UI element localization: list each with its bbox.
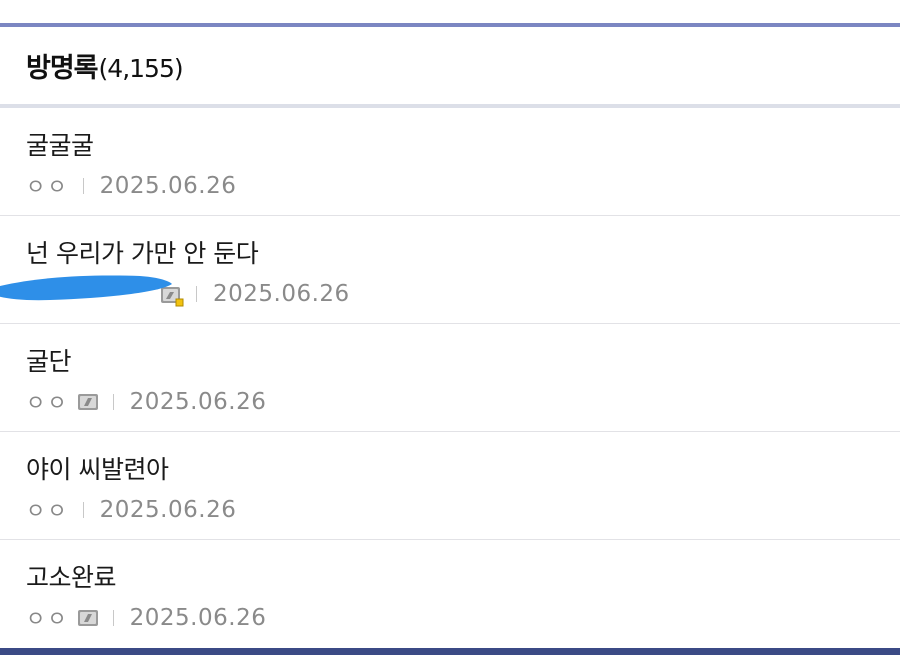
- entry-date: 2025.06.26: [129, 389, 267, 415]
- entry-date: 2025.06.26: [99, 497, 237, 523]
- entry-title[interactable]: 고소완료: [26, 558, 117, 594]
- meta-separator: [82, 502, 84, 518]
- guestbook-header: 방명록 (4,155): [0, 27, 900, 104]
- guestbook-title-wrap: 방명록 (4,155): [26, 46, 184, 85]
- list-item[interactable]: 야이 씨발련아 ㅇㅇ 2025.06.26: [0, 432, 900, 540]
- bottom-border: [0, 648, 900, 655]
- entry-date: 2025.06.26: [213, 281, 350, 307]
- entry-author[interactable]: ㅇㅇ: [26, 495, 69, 525]
- guestbook-page: 방명록 (4,155) 굴굴굴 ㅇㅇ 2025.06.26 넌 우리가 가만 안…: [0, 0, 900, 655]
- entry-author[interactable]: ㅇㅇ: [26, 171, 69, 201]
- guestbook-list: 굴굴굴 ㅇㅇ 2025.06.26 넌 우리가 가만 안 둔다 2025.06.…: [0, 108, 900, 648]
- redaction-scribble: [0, 275, 172, 301]
- entry-title[interactable]: 야이 씨발련아: [26, 450, 169, 486]
- list-item[interactable]: 굴단 ㅇㅇ 2025.06.26: [0, 324, 900, 432]
- guestbook-count: (4,155): [98, 54, 184, 83]
- entry-date: 2025.06.26: [99, 173, 237, 199]
- entry-title[interactable]: 굴굴굴: [26, 126, 94, 162]
- list-item[interactable]: 굴굴굴 ㅇㅇ 2025.06.26: [0, 108, 900, 216]
- entry-title[interactable]: 넌 우리가 가만 안 둔다: [26, 234, 259, 270]
- list-item[interactable]: 고소완료 ㅇㅇ 2025.06.26: [0, 540, 900, 648]
- entry-meta: ㅇㅇ 2025.06.26: [26, 386, 266, 418]
- entry-title[interactable]: 굴단: [26, 342, 72, 378]
- meta-separator: [112, 394, 114, 410]
- meta-separator: [82, 178, 84, 194]
- entry-meta: 2025.06.26: [160, 278, 350, 310]
- entry-meta: ㅇㅇ 2025.06.26: [26, 602, 266, 634]
- entry-author[interactable]: ㅇㅇ: [26, 387, 69, 417]
- entry-author[interactable]: ㅇㅇ: [26, 603, 69, 633]
- entry-meta: ㅇㅇ 2025.06.26: [26, 494, 236, 526]
- semi-fixed-nick-icon: [77, 609, 99, 627]
- entry-meta: ㅇㅇ 2025.06.26: [26, 170, 236, 202]
- top-strip: [0, 0, 900, 23]
- entry-date: 2025.06.26: [129, 605, 267, 631]
- guestbook-title: 방명록: [26, 53, 99, 84]
- meta-separator: [196, 286, 197, 302]
- semi-fixed-nick-icon: [77, 393, 99, 411]
- meta-separator: [112, 610, 114, 626]
